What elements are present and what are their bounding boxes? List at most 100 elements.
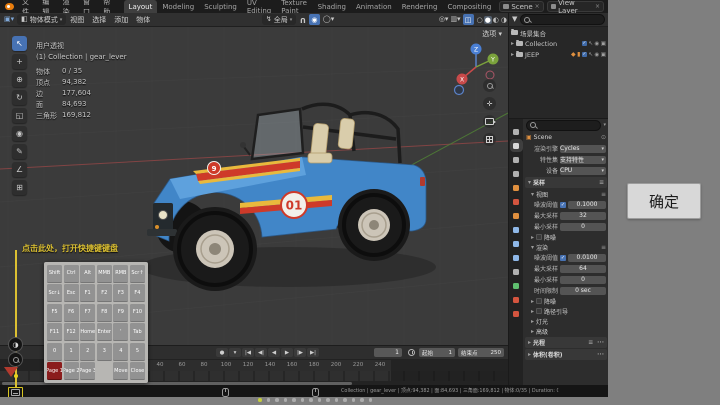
dot-2[interactable] — [275, 398, 279, 402]
prev-keyframe-button[interactable]: ◀| — [255, 348, 267, 357]
camera-view-icon[interactable] — [483, 115, 496, 128]
key-f2[interactable]: F2 — [97, 284, 112, 302]
tab-layout[interactable]: Layout — [124, 0, 158, 13]
properties-search-input[interactable] — [526, 120, 601, 131]
scene-tab-icon[interactable] — [512, 183, 521, 192]
key-f7[interactable]: F7 — [80, 304, 95, 322]
lights-row[interactable]: ▸灯光 — [523, 316, 608, 326]
dot-1[interactable] — [267, 398, 271, 402]
key-f11[interactable]: F11 — [47, 323, 62, 341]
denoise-checkbox[interactable] — [536, 298, 542, 304]
key-f9[interactable]: F9 — [113, 304, 128, 322]
gizmos-dropdown-icon[interactable]: ◎▾ — [439, 16, 449, 23]
particles-tab-icon[interactable] — [512, 239, 521, 248]
key-alt[interactable]: Alt — [80, 265, 95, 283]
play-button[interactable]: ▶ — [281, 348, 293, 357]
feature-set-select[interactable]: 支持特性▾ — [560, 156, 606, 164]
time-limit-field[interactable]: 0 sec — [560, 287, 606, 295]
outliner-root-row[interactable]: 场景集合 — [509, 27, 608, 38]
denoise-checkbox[interactable] — [536, 234, 542, 240]
volumes-section[interactable]: ▸体积(卷积)··· — [525, 349, 607, 360]
key-5[interactable]: 5 — [130, 343, 145, 361]
key-f1[interactable]: F1 — [80, 284, 95, 302]
key-enter[interactable]: Enter — [97, 323, 112, 341]
output-tab-icon[interactable] — [512, 155, 521, 164]
editor-type-icon[interactable]: ▣▾ — [4, 16, 14, 23]
snap-toggle-icon[interactable]: ◉ — [309, 14, 320, 25]
tab-texture-paint[interactable]: Texture Paint — [276, 0, 312, 13]
material-tab-icon[interactable] — [512, 295, 521, 304]
dot-5[interactable] — [301, 398, 305, 402]
key-page-1[interactable]: Page 1 — [47, 362, 62, 380]
object-tab-icon[interactable] — [512, 211, 521, 220]
key-close[interactable]: Close — [130, 362, 145, 380]
key-move[interactable]: Move — [113, 362, 128, 380]
key-rmb[interactable]: RMB — [113, 265, 128, 283]
viewport-menu-3[interactable]: 物体 — [132, 15, 154, 25]
key-home[interactable]: Home — [80, 323, 95, 341]
view-layer-remove-icon[interactable]: × — [595, 3, 600, 10]
shading-solid-icon[interactable]: ● — [484, 16, 492, 24]
max-samples-field[interactable]: 32 — [560, 212, 606, 220]
key-esc[interactable]: Esc — [64, 284, 79, 302]
view-layer-selector[interactable]: View Layer × — [547, 1, 604, 12]
max-samples-field[interactable]: 64 — [560, 265, 606, 273]
options-dropdown[interactable]: 选项 ▾ — [482, 29, 502, 39]
selectable-icon[interactable]: ↖ — [588, 41, 593, 47]
scale-tool[interactable]: ◱ — [12, 108, 27, 123]
filter-dropdown-icon[interactable]: ▾ — [603, 122, 606, 128]
key-ctrl[interactable]: Ctrl — [64, 265, 79, 283]
tab-uv-editing[interactable]: UV Editing — [242, 0, 276, 13]
shading-rendered-icon[interactable]: ◑ — [500, 16, 508, 24]
annotation-text[interactable]: 点击此处，打开快捷键键盘 — [22, 243, 118, 254]
move-tool[interactable]: ⊕ — [12, 72, 27, 87]
texture-tab-icon[interactable] — [512, 309, 521, 318]
shading-wireframe-icon[interactable]: ○ — [476, 16, 484, 24]
current-frame-field[interactable]: 1 — [374, 348, 402, 357]
outliner-search-input[interactable] — [520, 14, 605, 25]
light-paths-section[interactable]: ▸光程≡··· — [525, 337, 607, 348]
proportional-edit-icon[interactable]: ◯▾ — [323, 16, 334, 23]
key-'[interactable]: ' — [113, 323, 128, 341]
world-tab-icon[interactable] — [512, 197, 521, 206]
key-page-2[interactable]: Page 2 — [64, 362, 79, 380]
hide-icon[interactable]: ◉ — [594, 41, 599, 47]
add-cube-tool[interactable]: ⊞ — [12, 180, 27, 195]
key-f5[interactable]: F5 — [47, 304, 62, 322]
dot-7[interactable] — [318, 398, 322, 402]
tab-modeling[interactable]: Modeling — [157, 0, 199, 13]
keyboard-icon[interactable] — [8, 387, 23, 398]
dot-10[interactable] — [343, 398, 347, 402]
cursor-tool[interactable]: + — [12, 54, 27, 69]
constraints-tab-icon[interactable] — [512, 267, 521, 276]
tab-sculpting[interactable]: Sculpting — [199, 0, 242, 13]
noise-checkbox[interactable]: ✓ — [560, 202, 566, 208]
transform-tool[interactable]: ◉ — [12, 126, 27, 141]
dot-4[interactable] — [292, 398, 296, 402]
perspective-icon[interactable] — [483, 133, 496, 146]
key-f12[interactable]: F12 — [64, 323, 79, 341]
box-select-tool[interactable]: ↖ — [12, 36, 27, 51]
shading-material-icon[interactable]: ◐ — [492, 16, 500, 24]
expand-icon[interactable]: ▸ — [511, 40, 514, 47]
sampling-section[interactable]: ▾采样≡ — [525, 177, 607, 188]
noise-value-field[interactable]: 0.1000 — [568, 201, 606, 209]
sampling-viewport-section[interactable]: ▾视图≡ — [523, 189, 608, 199]
overlays-dropdown-icon[interactable]: ▥▾ — [450, 16, 460, 23]
key-f10[interactable]: F10 — [130, 304, 145, 322]
render-visibility-icon[interactable]: ▣ — [601, 52, 606, 58]
dot-13[interactable] — [369, 398, 373, 402]
frame-end-field[interactable]: 结束点250 — [458, 348, 504, 357]
view-layer-tab-icon[interactable] — [512, 169, 521, 178]
jump-end-button[interactable]: ▶| — [307, 348, 319, 357]
key-4[interactable]: 4 — [113, 343, 128, 361]
scene-unlink-icon[interactable]: × — [535, 3, 540, 10]
render-engine-select[interactable]: Cycles▾ — [560, 145, 606, 153]
annotate-tool[interactable]: ✎ — [12, 144, 27, 159]
tab-animation[interactable]: Animation — [351, 0, 397, 13]
dot-12[interactable] — [360, 398, 364, 402]
sampling-render-section[interactable]: ▾渲染≡ — [523, 242, 608, 252]
path-guiding-checkbox[interactable] — [536, 308, 542, 314]
snap-magnet-icon[interactable]: U — [300, 16, 306, 24]
contrast-icon[interactable]: ◑ — [8, 337, 23, 352]
